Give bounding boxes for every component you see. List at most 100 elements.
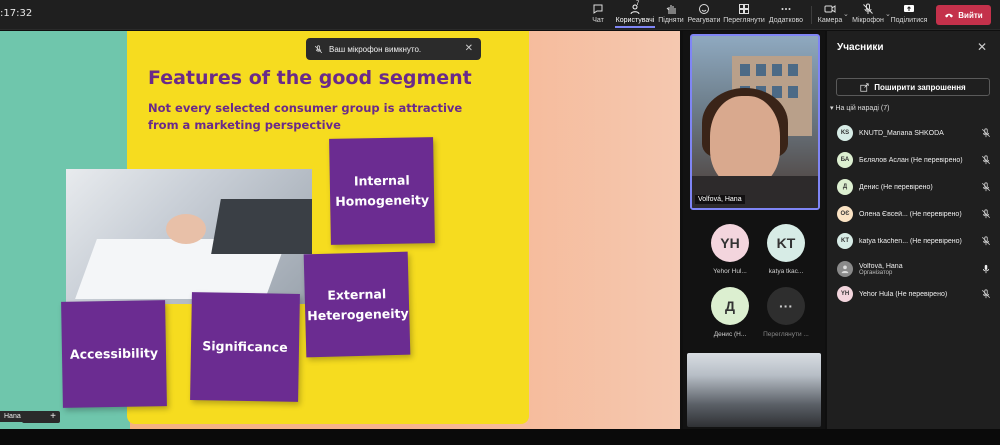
photo-hand bbox=[166, 214, 206, 244]
view-all-tile[interactable]: ··· Переглянути ... bbox=[756, 287, 816, 338]
leave-label: Вийти bbox=[958, 10, 983, 20]
participant-name: Volfová, Hana bbox=[859, 262, 903, 270]
avatar bbox=[837, 261, 853, 277]
react-label: Реагувати bbox=[687, 17, 721, 24]
speaker-video[interactable]: Volfová, Hana bbox=[690, 34, 820, 210]
participant-name: Денис (Не перевірено) bbox=[859, 183, 933, 191]
view-button[interactable]: Переглянути bbox=[723, 2, 765, 28]
avatar: YH bbox=[711, 224, 749, 262]
share-invite-button[interactable]: Поширити запрошення bbox=[836, 78, 990, 96]
react-button[interactable]: Реагувати bbox=[688, 2, 720, 28]
taskbar bbox=[0, 429, 1000, 445]
smile-icon bbox=[699, 4, 709, 14]
card-internal-label: Internal Homogeneity bbox=[335, 172, 430, 209]
more-icon bbox=[781, 8, 791, 10]
toolbar-divider bbox=[811, 6, 812, 24]
share-button[interactable]: Поділитися bbox=[891, 2, 927, 28]
video-gallery: Volfová, Hana YH Yehor Hul... KT katya t… bbox=[683, 31, 825, 429]
mic-off-icon bbox=[981, 209, 991, 219]
close-icon[interactable]: ✕ bbox=[977, 40, 987, 54]
section-header[interactable]: ▾ На цій нараді (7) bbox=[830, 104, 889, 112]
participant-row[interactable]: KS KNUTD_Mariana SHKODA bbox=[837, 123, 995, 143]
participant-tile[interactable]: KT katya tkac... bbox=[756, 224, 816, 275]
people-label: Користувачі bbox=[615, 17, 655, 24]
participant-role: Організатор bbox=[859, 269, 893, 276]
tile-label: Yehor Hul... bbox=[713, 268, 747, 275]
speaker-body bbox=[692, 176, 818, 208]
participants-panel: Учасники ✕ Поширити запрошення ▾ На цій … bbox=[827, 31, 1000, 429]
chat-label: Чат bbox=[592, 17, 604, 24]
people-button[interactable]: Користувачі bbox=[615, 2, 655, 28]
more-button[interactable]: Додатково bbox=[768, 2, 804, 28]
camera-button[interactable]: Камера bbox=[816, 2, 844, 28]
camera-icon bbox=[824, 5, 836, 13]
avatar: KT bbox=[837, 233, 853, 249]
slide-title: Features of the good segment bbox=[148, 67, 472, 89]
room-video[interactable] bbox=[687, 353, 821, 427]
shared-screen: Features of the good segment Not every s… bbox=[0, 31, 680, 429]
microphone-button[interactable]: Мікрофон bbox=[851, 2, 885, 28]
mic-off-icon bbox=[981, 155, 991, 165]
tile-label: Переглянути ... bbox=[763, 331, 809, 338]
person-icon bbox=[841, 265, 849, 274]
participant-info: Volfová, Hana Організатор bbox=[859, 263, 977, 276]
window bbox=[788, 64, 798, 76]
panel-title: Учасники bbox=[837, 42, 884, 53]
participant-count-badge: 7 bbox=[636, 1, 640, 7]
participant-row-organizer[interactable]: Volfová, Hana Організатор bbox=[837, 257, 995, 281]
grid-view-icon bbox=[739, 4, 749, 14]
avatar: Д bbox=[837, 179, 853, 195]
participant-name: Олена Євсей... (Не перевірено) bbox=[859, 210, 962, 218]
close-icon[interactable]: ✕ bbox=[465, 43, 473, 54]
participant-row[interactable]: Д Денис (Не перевірено) bbox=[837, 177, 995, 197]
participant-row[interactable]: KT katya tkachen... (Не перевірено) bbox=[837, 231, 995, 251]
avatar: YH bbox=[837, 286, 853, 302]
microphone-label: Мікрофон bbox=[852, 17, 884, 24]
avatar: БА bbox=[837, 152, 853, 168]
avatar: KT bbox=[767, 224, 805, 262]
speaker-face bbox=[710, 96, 780, 186]
participant-tile[interactable]: Д Денис (Н... bbox=[700, 287, 760, 338]
window bbox=[740, 64, 750, 76]
plus-icon: + bbox=[50, 411, 56, 422]
raise-hand-label: Підняти bbox=[658, 17, 684, 24]
more-icon: ··· bbox=[767, 287, 805, 325]
section-label: На цій нараді (7) bbox=[835, 105, 890, 112]
speaker-name-label: Volfová, Hana bbox=[695, 195, 745, 204]
participant-row[interactable]: YH Yehor Hula (Не перевірено) bbox=[837, 284, 995, 304]
window bbox=[788, 86, 798, 98]
raise-hand-button[interactable]: Підняти bbox=[658, 2, 684, 28]
participant-row[interactable]: ОЄ Олена Євсей... (Не перевірено) bbox=[837, 204, 995, 224]
chat-button[interactable]: Чат bbox=[589, 2, 607, 28]
share-screen-icon bbox=[904, 5, 914, 12]
mic-off-icon bbox=[863, 3, 873, 14]
window bbox=[756, 64, 766, 76]
slide-photo bbox=[66, 169, 312, 304]
avatar: KS bbox=[837, 125, 853, 141]
participant-name: Бєлялов Аслан (Не перевірено) bbox=[859, 156, 963, 164]
participant-tile[interactable]: YH Yehor Hul... bbox=[700, 224, 760, 275]
zoom-in-button[interactable]: + bbox=[22, 411, 60, 423]
tile-label: Денис (Н... bbox=[713, 331, 747, 338]
view-label: Переглянути bbox=[723, 17, 765, 24]
mic-off-icon bbox=[981, 182, 991, 192]
participant-row[interactable]: БА Бєлялов Аслан (Не перевірено) bbox=[837, 150, 995, 170]
share-icon bbox=[860, 82, 869, 92]
slide-subtitle: Not every selected consumer group is att… bbox=[148, 101, 463, 132]
share-label: Поділитися bbox=[890, 17, 928, 24]
mic-off-icon bbox=[314, 44, 323, 53]
share-invite-label: Поширити запрошення bbox=[874, 82, 966, 92]
meeting-toolbar: :17:32 Чат Користувачі 7 Підняти Реагува… bbox=[0, 0, 1000, 30]
chat-icon bbox=[593, 4, 603, 14]
card-internal-homogeneity: Internal Homogeneity bbox=[329, 137, 435, 245]
tile-label: katya tkac... bbox=[768, 268, 804, 275]
hand-icon bbox=[666, 5, 676, 14]
camera-options-chevron-icon[interactable]: ⌄ bbox=[843, 10, 849, 18]
mic-off-icon bbox=[981, 289, 991, 299]
card-significance-label: Significance bbox=[202, 338, 288, 355]
leave-button[interactable]: Вийти bbox=[936, 5, 991, 25]
hang-up-icon bbox=[945, 13, 954, 18]
notification-text: Ваш мікрофон вимкнуто. bbox=[329, 44, 422, 54]
card-accessibility: Accessibility bbox=[61, 300, 167, 408]
camera-label: Камера bbox=[817, 17, 843, 24]
